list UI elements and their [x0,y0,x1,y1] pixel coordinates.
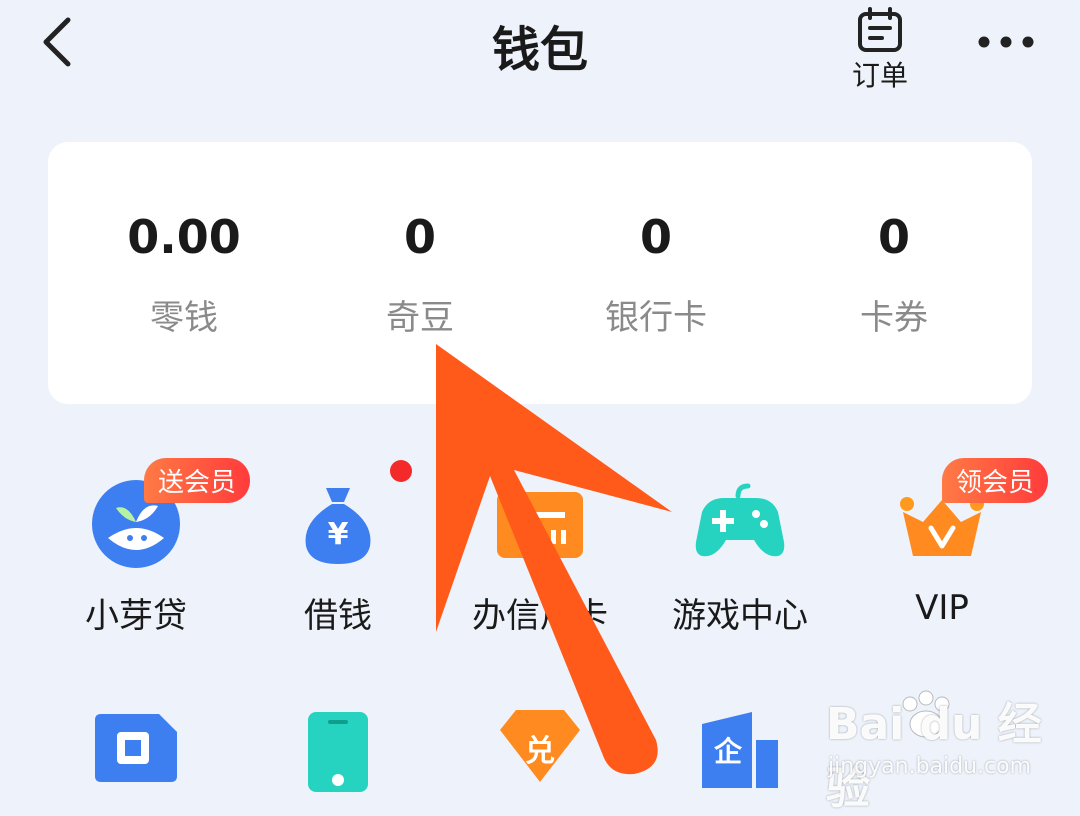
service-label: VIP [915,588,969,628]
enterprise-glyph: 企 [713,735,742,768]
change-label: 零钱 [150,298,218,338]
service-phone[interactable] [248,706,428,810]
service-credit-card[interactable]: 办信用卡 [450,476,630,666]
watermark-url: jingyan.baidu.com [828,754,1032,779]
money-bag-icon: ¥ [305,488,371,564]
balance-coupons[interactable]: 0 卡券 [774,142,1014,404]
chevron-left-icon [43,17,71,67]
service-badge: 送会员 [144,458,251,503]
qidou-label: 奇豆 [386,298,454,338]
change-amount: 0.00 [127,210,241,264]
balance-qidou[interactable]: 0 奇豆 [300,142,540,404]
orders-button[interactable]: 订单 [840,4,920,94]
sim-card-icon [95,714,177,782]
service-exchange[interactable]: 兑 [450,706,630,810]
service-game-center[interactable]: 游戏中心 [650,476,830,666]
bank-card-label: 银行卡 [605,298,707,338]
service-xiaoyadai[interactable]: 小芽贷 [46,476,226,666]
service-label: 小芽贷 [85,596,187,636]
balance-change[interactable]: 0.00 零钱 [64,142,304,404]
more-button[interactable] [968,20,1044,64]
bank-card-count: 0 [639,210,672,264]
service-enterprise[interactable]: 企 [650,706,830,810]
service-label: 办信用卡 [472,596,608,636]
back-button[interactable] [36,14,88,70]
phone-icon [308,712,368,792]
service-badge: 领会员 [942,458,1049,503]
service-borrow[interactable]: ¥ 借钱 [248,476,428,666]
gamepad-icon [695,483,785,557]
credit-card-icon [497,492,583,558]
watermark: Bai du 经验 jingyan.baidu.com [826,688,1056,814]
service-sim-card[interactable] [46,706,226,810]
exchange-glyph: 兑 [525,734,555,769]
coupon-count: 0 [877,210,910,264]
calendar-icon [858,7,902,52]
svg-text:¥: ¥ [328,517,349,552]
notification-dot [390,460,412,482]
balance-card: 0.00 零钱 0 奇豆 0 银行卡 0 卡券 [48,142,1032,404]
service-label: 游戏中心 [672,596,808,636]
orders-label: 订单 [851,59,908,92]
watermark-brand: Bai du 经验 [826,699,1042,814]
more-dots-icon [978,36,1034,48]
service-vip[interactable]: VIP [852,476,1032,666]
coupon-label: 卡券 [860,298,928,338]
balance-bank-card[interactable]: 0 银行卡 [536,142,776,404]
service-label: 借钱 [304,596,372,636]
top-bar: 钱包 订单 [0,0,1080,110]
qidou-amount: 0 [403,210,436,264]
